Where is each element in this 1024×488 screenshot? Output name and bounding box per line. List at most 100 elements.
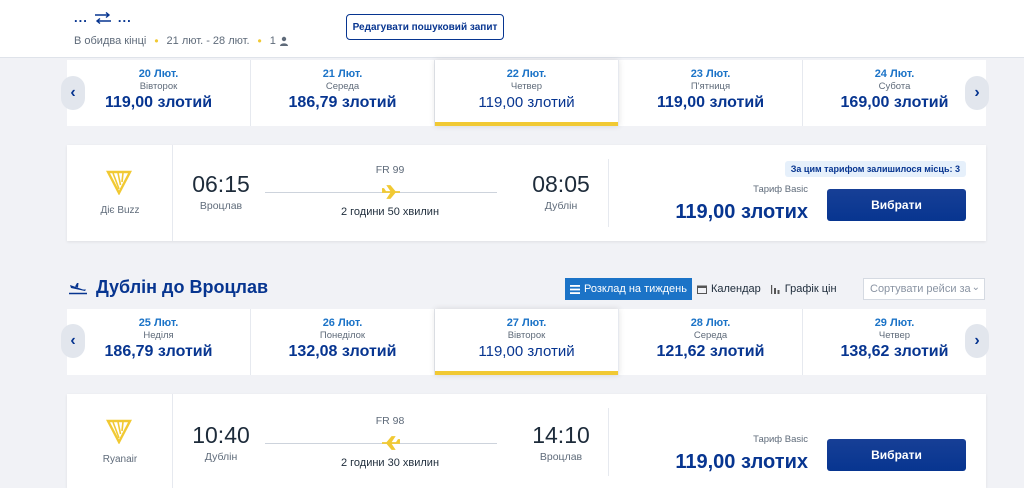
person-icon (279, 36, 288, 47)
fare-price: 119,00 злотих (675, 451, 808, 473)
date-tab-weekday: П'ятниця (690, 81, 731, 92)
tab-calendar[interactable]: Календар (692, 278, 766, 300)
date-tab-date: 21 Лют. (322, 68, 363, 80)
arrival-block: 14:10 Вроцлав (521, 422, 601, 463)
passenger-count-value: 1 (269, 35, 276, 47)
flight-number: FR 99 (375, 164, 405, 176)
departure-block: 10:40 Дублін (181, 422, 261, 463)
date-tab-selected[interactable]: 27 Лют. Вівторок 119,00 злотий (435, 309, 619, 375)
departure-block: 06:15 Вроцлав (181, 171, 261, 212)
route-line (265, 192, 497, 193)
calendar-icon (696, 285, 707, 294)
next-week-button[interactable]: › (965, 76, 989, 110)
airline-name: Ryanair (102, 454, 138, 465)
date-tab-weekday: Вівторок (139, 81, 178, 92)
tab-label: Розклад на тиждень (584, 283, 687, 295)
date-tab-price: 119,00 злотий (478, 343, 575, 360)
return-route-title: Дублін до Вроцлав (96, 277, 269, 297)
airline-info: Діє Buzz (67, 145, 173, 241)
sort-placeholder: Сортувати рейси за (870, 283, 971, 295)
route-origin: ... (74, 10, 88, 25)
route-destination: ... (117, 10, 132, 25)
tab-label: Календар (710, 283, 761, 295)
date-tab-date: 24 Лют. (874, 68, 915, 80)
trip-meta: В обидва кінці • 21 лют. - 28 лют. • 1 (74, 34, 289, 48)
tab-price-chart[interactable]: Графік цін (766, 278, 842, 300)
sort-flights-select[interactable]: Сортувати рейси за ⌄ (863, 278, 985, 300)
round-trip-arrows-icon (94, 11, 111, 24)
landing-plane-icon (69, 282, 87, 294)
separator-dot: • (257, 34, 262, 48)
plane-icon (382, 436, 400, 450)
edit-search-button[interactable]: Редагувати пошуковий запит (346, 14, 504, 40)
date-tab-weekday: Вівторок (507, 330, 546, 341)
date-tab[interactable]: 28 Лют. Середа 121,62 злотий (619, 309, 803, 375)
date-tab-date: 29 Лют. (874, 317, 915, 329)
arrival-block: 08:05 Дублін (521, 171, 601, 212)
airline-info: Ryanair (67, 394, 173, 488)
separator-dot: • (154, 34, 159, 48)
outbound-flight-card: Діє Buzz 06:15 Вроцлав FR 99 2 години 50… (67, 145, 986, 241)
chevron-down-icon: ⌄ (971, 282, 980, 293)
date-tab-price: 119,00 злотий (656, 94, 765, 111)
select-flight-button[interactable]: Вибрати (827, 189, 966, 221)
date-tab-weekday: Четвер (510, 81, 543, 92)
date-tab[interactable]: 25 Лют. Неділя 186,79 злотий (67, 309, 251, 375)
return-section-title: Дублін до Вроцлав (68, 277, 268, 298)
date-tab-date: 26 Лют. (322, 317, 363, 329)
passenger-count: 1 (270, 35, 289, 47)
date-tab[interactable]: 21 Лют. Середа 186,79 злотий (251, 60, 435, 126)
arrival-city: Дублін (544, 200, 578, 212)
airline-name: Діє Buzz (100, 205, 140, 216)
date-tab[interactable]: 24 Лют. Субота 169,00 злотий (803, 60, 986, 126)
departure-time: 10:40 (192, 422, 250, 448)
date-tab-date: 27 Лют. (506, 317, 547, 329)
date-tab-price: 119,00 злотий (478, 94, 575, 111)
date-tab-date: 25 Лют. (138, 317, 179, 329)
return-date-carousel: 25 Лют. Неділя 186,79 злотий 26 Лют. Пон… (67, 309, 986, 375)
select-flight-button[interactable]: Вибрати (827, 439, 966, 471)
date-tab[interactable]: 23 Лют. П'ятниця 119,00 злотий (619, 60, 803, 126)
date-tab-price: 121,62 злотий (656, 343, 765, 360)
flight-number: FR 98 (375, 415, 405, 427)
prev-week-button[interactable]: ‹ (61, 76, 85, 110)
arrival-time: 08:05 (532, 171, 590, 197)
outbound-date-carousel: 20 Лют. Вівторок 119,00 злотий 21 Лют. С… (67, 60, 986, 126)
fare-price: 119,00 злотих (675, 201, 808, 223)
tab-label: Графік цін (784, 283, 837, 295)
date-tab[interactable]: 26 Лют. Понеділок 132,08 злотий (251, 309, 435, 375)
date-tab-weekday: Середа (325, 81, 360, 92)
view-tabs: Розклад на тиждень Календар Графік цін (565, 278, 842, 300)
return-flight-card: Ryanair 10:40 Дублін FR 98 2 години 30 х… (67, 394, 986, 488)
date-tab-date: 23 Лют. (690, 68, 731, 80)
date-tab-price: 119,00 злотий (104, 94, 213, 111)
trip-dates: 21 лют. - 28 лют. (166, 35, 250, 47)
date-tab-weekday: Неділя (143, 330, 174, 341)
date-tab[interactable]: 29 Лют. Четвер 138,62 злотий (803, 309, 986, 375)
route-summary: ... ... (74, 10, 132, 25)
tab-weekly-schedule[interactable]: Розклад на тиждень (565, 278, 692, 300)
seats-left-badge: За цим тарифом залишилося місць: 3 (784, 161, 966, 177)
prev-week-button[interactable]: ‹ (61, 324, 85, 358)
date-tab-weekday: Середа (693, 330, 728, 341)
departure-city: Вроцлав (199, 200, 243, 212)
flight-duration: 2 години 50 хвилин (340, 206, 440, 218)
departure-time: 06:15 (192, 171, 250, 197)
departure-city: Дублін (204, 451, 238, 463)
plane-icon (382, 185, 400, 199)
next-week-button[interactable]: › (965, 324, 989, 358)
date-tab-date: 20 Лют. (138, 68, 179, 80)
date-tab-price: 138,62 злотий (840, 343, 949, 360)
date-tab-date: 22 Лют. (506, 68, 547, 80)
harp-logo-icon (106, 170, 132, 195)
date-tab-date: 28 Лют. (690, 317, 731, 329)
arrival-city: Вроцлав (539, 451, 583, 463)
date-tab-price: 186,79 злотий (288, 94, 397, 111)
date-tab-selected[interactable]: 22 Лют. Четвер 119,00 злотий (435, 60, 619, 126)
trip-type: В обидва кінці (74, 35, 147, 47)
route-line (265, 443, 497, 444)
list-icon (570, 284, 580, 294)
date-tab[interactable]: 20 Лют. Вівторок 119,00 злотий (67, 60, 251, 126)
fare-type-label: Тариф Basic (753, 184, 808, 195)
fare-type-label: Тариф Basic (753, 434, 808, 445)
